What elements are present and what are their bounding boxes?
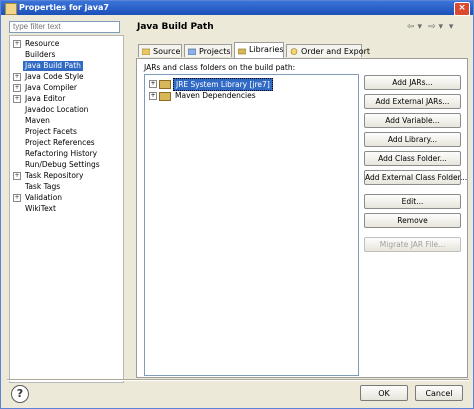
window-title: Properties for java7 <box>19 3 109 12</box>
source-folder-icon <box>142 48 150 55</box>
tab-source[interactable]: Source <box>138 44 182 57</box>
library-icon <box>159 92 171 101</box>
footer-divider <box>7 379 469 381</box>
back-menu-chevron-icon[interactable]: ▾ <box>418 22 423 32</box>
expand-icon[interactable]: + <box>13 95 21 103</box>
expand-icon[interactable]: + <box>149 92 157 100</box>
migrate-jar-button[interactable]: Migrate JAR File... <box>364 237 461 252</box>
libraries-tree[interactable]: + JRE System Library [jre7] + Maven Depe… <box>144 74 359 376</box>
add-library-button[interactable]: Add Library... <box>364 132 461 147</box>
cancel-button[interactable]: Cancel <box>415 385 463 401</box>
page-title: Java Build Path <box>137 22 214 32</box>
add-variable-button[interactable]: Add Variable... <box>364 113 461 128</box>
library-icon <box>159 80 171 89</box>
history-nav: ⇦ ▾ ⇨ ▾ ▾ <box>407 22 456 32</box>
expand-icon[interactable]: + <box>13 194 21 202</box>
add-external-class-folder-button[interactable]: Add External Class Folder... <box>364 170 467 185</box>
remove-button[interactable]: Remove <box>364 213 461 228</box>
order-export-icon <box>290 48 298 55</box>
expand-icon[interactable]: + <box>13 172 21 180</box>
expand-icon[interactable]: + <box>13 40 21 48</box>
forward-menu-chevron-icon[interactable]: ▾ <box>439 22 444 32</box>
tab-order-and-export[interactable]: Order and Export <box>286 44 370 57</box>
view-menu-chevron-icon[interactable]: ▾ <box>449 22 454 32</box>
properties-dialog: Properties for java7 × + Resource Builde… <box>0 0 474 409</box>
properties-tree[interactable]: + Resource Builders Java Build Path + Ja… <box>9 35 124 383</box>
tab-projects[interactable]: Projects <box>184 44 232 57</box>
close-button[interactable]: × <box>454 2 470 16</box>
libraries-caption: JARs and class folders on the build path… <box>144 63 296 72</box>
ok-button[interactable]: OK <box>360 385 408 401</box>
expand-icon[interactable]: + <box>13 84 21 92</box>
add-jars-button[interactable]: Add JARs... <box>364 75 461 90</box>
edit-button[interactable]: Edit... <box>364 194 461 209</box>
projects-icon <box>188 48 196 55</box>
libraries-icon <box>238 48 246 55</box>
expand-icon[interactable]: + <box>13 73 21 81</box>
back-arrow-icon[interactable]: ⇦ <box>407 22 415 32</box>
filter-input[interactable] <box>9 21 120 33</box>
expand-icon[interactable]: + <box>149 80 157 88</box>
forward-arrow-icon[interactable]: ⇨ <box>428 22 436 32</box>
add-class-folder-button[interactable]: Add Class Folder... <box>364 151 461 166</box>
properties-app-icon <box>5 3 17 15</box>
help-icon[interactable]: ? <box>11 385 29 403</box>
tab-libraries[interactable]: Libraries <box>234 42 284 58</box>
title-bar[interactable]: Properties for java7 × <box>1 1 473 16</box>
add-external-jars-button[interactable]: Add External JARs... <box>364 94 461 109</box>
